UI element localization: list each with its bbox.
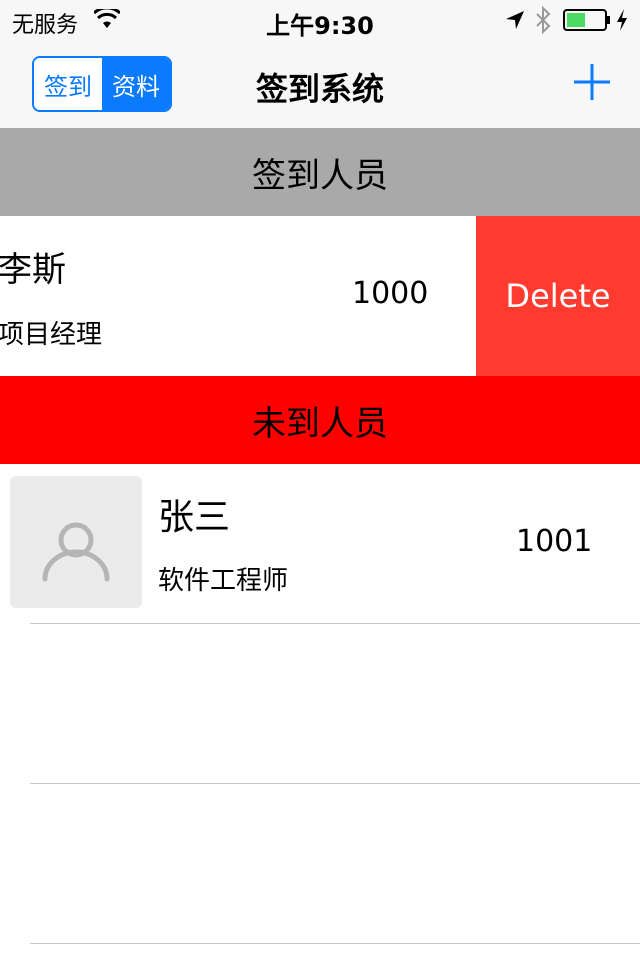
person-number: 1001 <box>516 524 593 559</box>
status-bar: 无服务 上午9:30 <box>0 0 640 40</box>
battery-icon <box>563 9 610 31</box>
page-title: 签到系统 <box>255 70 384 108</box>
person-title: 项目经理 <box>0 320 103 350</box>
person-name: 李斯 <box>0 250 66 290</box>
navigation-bar: 签到 资料 签到系统 <box>0 40 640 129</box>
delete-button[interactable]: Delete <box>476 216 640 376</box>
table-row[interactable]: 李斯 项目经理 1000 Delete <box>0 216 640 376</box>
section-header-checked-in: 签到人员 <box>0 128 640 216</box>
table-row[interactable]: 张三 软件工程师 1001 <box>0 464 640 624</box>
person-number: 1000 <box>352 276 429 311</box>
person-name: 张三 <box>158 497 231 538</box>
person-placeholder-icon <box>10 476 142 608</box>
plus-icon[interactable] <box>572 62 612 102</box>
person-title: 软件工程师 <box>158 566 289 596</box>
row-separator <box>30 623 640 624</box>
charging-bolt-icon <box>617 9 627 31</box>
row-separator <box>30 943 640 944</box>
section-header-not-checked-in: 未到人员 <box>0 376 640 464</box>
location-arrow-icon <box>506 11 524 29</box>
bluetooth-icon <box>536 6 551 34</box>
row-separator <box>30 783 640 784</box>
